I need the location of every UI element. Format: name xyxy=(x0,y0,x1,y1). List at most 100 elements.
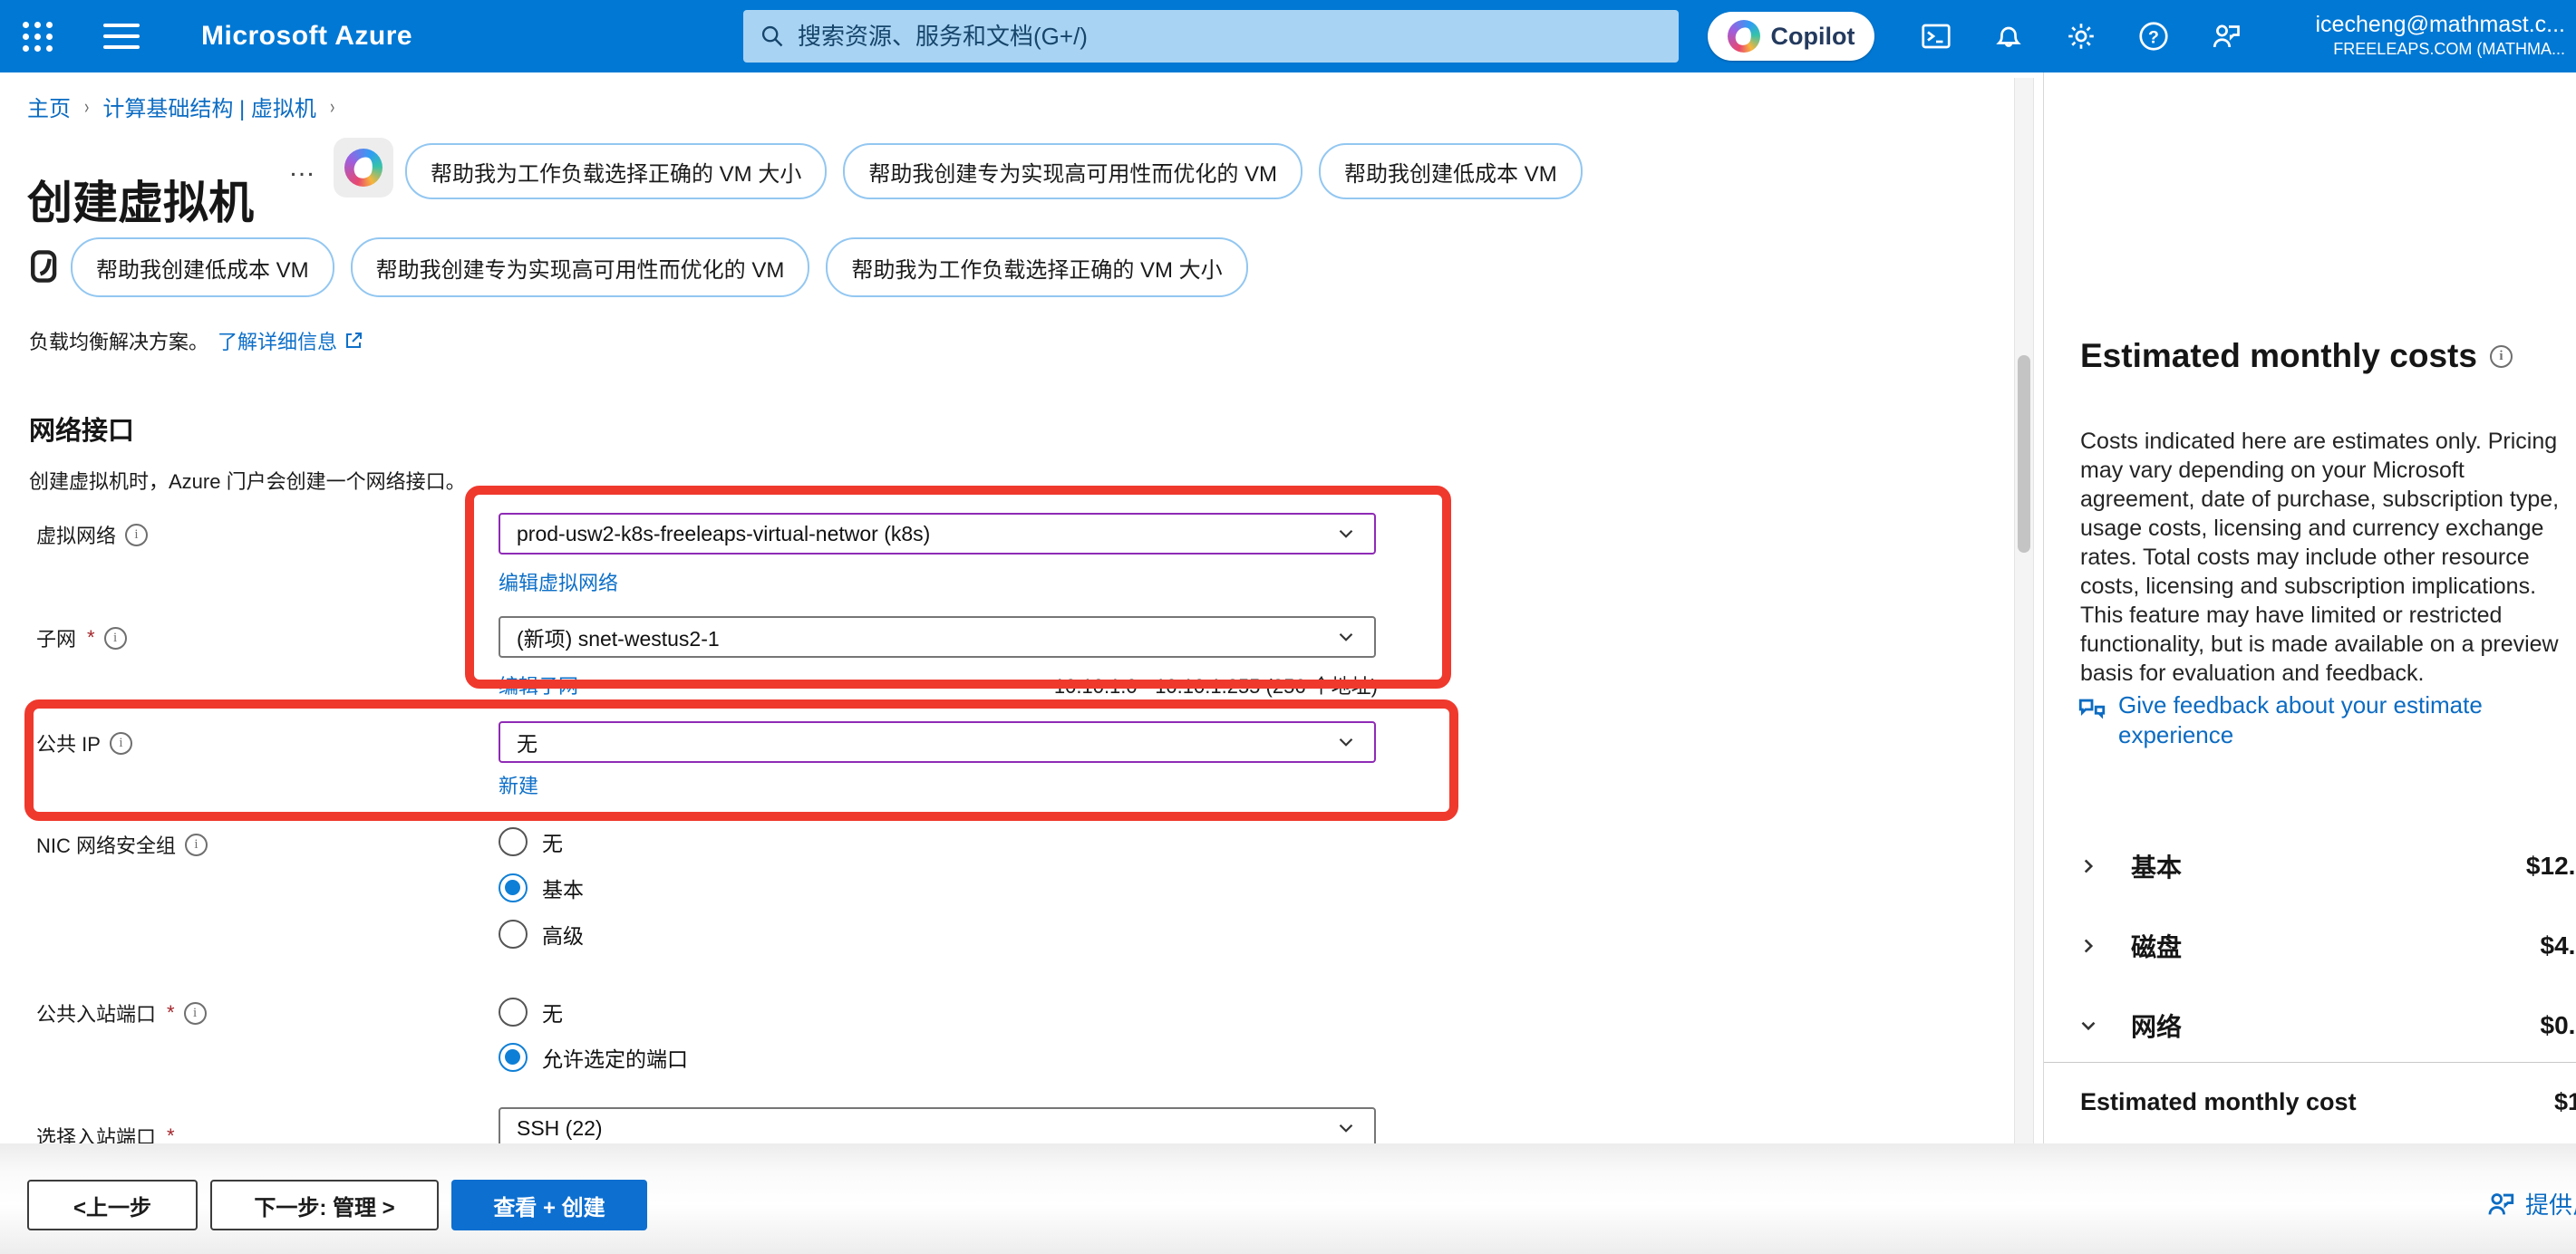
public-ip-label-text: 公共 IP xyxy=(36,728,101,757)
public-ip-value: 无 xyxy=(517,727,537,757)
chip-right-vm-size[interactable]: 帮助我为工作负载选择正确的 VM 大小 xyxy=(405,143,827,199)
subnet-dropdown[interactable]: (新项) snet-westus2-1 xyxy=(499,616,1376,658)
chevron-right-icon[interactable] xyxy=(2077,854,2100,878)
feedback-person-icon[interactable] xyxy=(2210,20,2242,53)
subnet-label: 子网 * xyxy=(36,623,127,652)
radio-label: 高级 xyxy=(542,919,584,950)
learn-more-link[interactable]: 了解详细信息 xyxy=(218,326,364,355)
cost-row-value: $0.0 xyxy=(2541,1011,2576,1040)
chevron-right-icon[interactable] xyxy=(2077,934,2100,958)
vnet-value: prod-usw2-k8s-freeleaps-virtual-networ (… xyxy=(517,522,930,546)
create-new-public-ip-link[interactable]: 新建 xyxy=(499,770,538,799)
total-cost-value: $17 xyxy=(2554,1088,2576,1116)
cost-row-label: 基本 xyxy=(2131,848,2182,884)
waffle-menu-icon[interactable] xyxy=(9,0,65,72)
top-bar: Microsoft Azure Copilot ? icecheng@mathm… xyxy=(0,0,2576,72)
next-step-button[interactable]: 下一步: 管理 > xyxy=(210,1180,439,1230)
nsg-label: NIC 网络安全组 xyxy=(36,830,208,859)
info-icon[interactable] xyxy=(185,834,208,856)
required-asterisk: * xyxy=(167,1001,175,1025)
footer-feedback-link[interactable]: 提供反馈 xyxy=(2485,1187,2576,1220)
subnet-address-range: 10.10.1.0 - 10.10.1.255 (256 个地址) xyxy=(997,670,1378,699)
inbound-option-none[interactable]: 无 xyxy=(499,997,563,1027)
inbound-option-allow-selected[interactable]: 允许选定的端口 xyxy=(499,1042,688,1073)
radio-selected-icon[interactable] xyxy=(499,1043,528,1072)
breadcrumb: 主页 › 计算基础结构 | 虚拟机 › xyxy=(27,91,335,122)
nsg-option-basic[interactable]: 基本 xyxy=(499,873,584,903)
cloud-shell-icon[interactable] xyxy=(1920,20,1952,53)
cost-row-label: 磁盘 xyxy=(2131,928,2182,964)
vertical-scrollbar-track[interactable] xyxy=(2014,78,2034,1143)
breadcrumb-virtual-machines[interactable]: 计算基础结构 | 虚拟机 xyxy=(102,91,316,122)
footer-feedback-label: 提供反馈 xyxy=(2525,1187,2576,1220)
cost-row-disks[interactable]: 磁盘 $4.8 xyxy=(2077,928,2576,964)
chevron-down-icon xyxy=(1334,522,1358,545)
account-info[interactable]: icecheng@mathmast.c... FREELEAPS.COM (MA… xyxy=(2316,11,2566,60)
radio-unselected-icon[interactable] xyxy=(499,827,528,856)
feedback-bubbles-icon xyxy=(2077,694,2107,725)
info-icon[interactable] xyxy=(125,524,148,546)
hamburger-menu-icon[interactable] xyxy=(87,0,156,72)
chevron-down-icon[interactable] xyxy=(2077,1014,2100,1037)
learn-more-label: 了解详细信息 xyxy=(218,326,337,355)
copilot-suggestion-chips-top: 帮助我为工作负载选择正确的 VM 大小 帮助我创建专为实现高可用性而优化的 VM… xyxy=(405,143,1583,199)
radio-label: 无 xyxy=(542,826,563,857)
copilot-tile-button[interactable] xyxy=(334,138,393,198)
previous-step-button[interactable]: <上一步 xyxy=(27,1180,198,1230)
cost-feedback-label: Give feedback about your estimate experi… xyxy=(2118,690,2503,750)
cost-row-value: $12.9 xyxy=(2526,852,2576,881)
chip-low-cost-vm[interactable]: 帮助我创建低成本 VM xyxy=(71,237,334,297)
radio-label: 基本 xyxy=(542,873,584,903)
notifications-bell-icon[interactable] xyxy=(1992,20,2025,53)
vertical-scrollbar-thumb[interactable] xyxy=(2018,355,2030,553)
load-balancer-text: 负载均衡解决方案。 xyxy=(29,326,208,355)
global-search[interactable] xyxy=(743,10,1679,63)
nsg-label-text: NIC 网络安全组 xyxy=(36,830,176,859)
public-ip-dropdown[interactable]: 无 xyxy=(499,721,1376,763)
cost-panel-title: Estimated monthly costs xyxy=(2080,337,2513,375)
more-options-ellipsis[interactable]: … xyxy=(288,152,317,183)
vnet-dropdown[interactable]: prod-usw2-k8s-freeleaps-virtual-networ (… xyxy=(499,513,1376,555)
svg-text:?: ? xyxy=(2148,28,2159,48)
user-email: icecheng@mathmast.c... xyxy=(2316,11,2566,39)
radio-label: 无 xyxy=(542,997,563,1027)
chip-high-availability-vm[interactable]: 帮助我创建专为实现高可用性而优化的 VM xyxy=(843,143,1303,199)
info-icon[interactable] xyxy=(184,1002,207,1025)
nsg-option-advanced[interactable]: 高级 xyxy=(499,919,584,950)
nsg-option-none[interactable]: 无 xyxy=(499,826,563,857)
load-balancer-note: 负载均衡解决方案。 了解详细信息 xyxy=(29,326,364,355)
required-asterisk: * xyxy=(87,626,95,650)
total-cost-label: Estimated monthly cost xyxy=(2080,1088,2357,1116)
edit-subnet-link[interactable]: 编辑子网 xyxy=(499,670,578,699)
radio-unselected-icon[interactable] xyxy=(499,998,528,1027)
search-input[interactable] xyxy=(796,22,1662,52)
chip-low-cost-vm[interactable]: 帮助我创建低成本 VM xyxy=(1319,143,1583,199)
info-icon[interactable] xyxy=(110,732,132,755)
info-icon[interactable] xyxy=(104,627,127,650)
settings-gear-icon[interactable] xyxy=(2065,20,2097,53)
inbound-ports-label-text: 公共入站端口 xyxy=(36,998,156,1027)
info-icon[interactable] xyxy=(2490,345,2513,368)
cost-feedback-link[interactable]: Give feedback about your estimate experi… xyxy=(2077,690,2503,750)
vnet-label-text: 虚拟网络 xyxy=(36,520,116,549)
radio-label: 允许选定的端口 xyxy=(542,1042,688,1073)
brand-title[interactable]: Microsoft Azure xyxy=(201,0,412,72)
chip-right-vm-size[interactable]: 帮助我为工作负载选择正确的 VM 大小 xyxy=(826,237,1247,297)
user-tenant: FREELEAPS.COM (MATHMA... xyxy=(2316,39,2566,60)
estimated-monthly-cost-bar: Estimated monthly cost $17 xyxy=(2044,1062,2576,1144)
copilot-icon xyxy=(1728,20,1760,53)
radio-unselected-icon[interactable] xyxy=(499,920,528,949)
radio-selected-icon[interactable] xyxy=(499,873,528,902)
cost-row-basic[interactable]: 基本 $12.9 xyxy=(2077,848,2576,884)
breadcrumb-home[interactable]: 主页 xyxy=(27,91,71,122)
network-interface-description: 创建虚拟机时，Azure 门户会创建一个网络接口。 xyxy=(29,466,466,495)
cost-row-network[interactable]: 网络 $0.0 xyxy=(2077,1008,2576,1044)
chip-high-availability-vm[interactable]: 帮助我创建专为实现高可用性而优化的 VM xyxy=(351,237,810,297)
help-icon[interactable]: ? xyxy=(2137,20,2170,53)
copilot-button[interactable]: Copilot xyxy=(1708,12,1874,61)
edit-vnet-link[interactable]: 编辑虚拟网络 xyxy=(499,567,618,596)
review-create-button[interactable]: 查看 + 创建 xyxy=(451,1180,647,1230)
azure-portal-create-vm-page: Microsoft Azure Copilot ? icecheng@mathm… xyxy=(0,0,2576,1254)
subnet-value: (新项) snet-westus2-1 xyxy=(517,622,720,652)
copilot-button-label: Copilot xyxy=(1771,23,1855,51)
